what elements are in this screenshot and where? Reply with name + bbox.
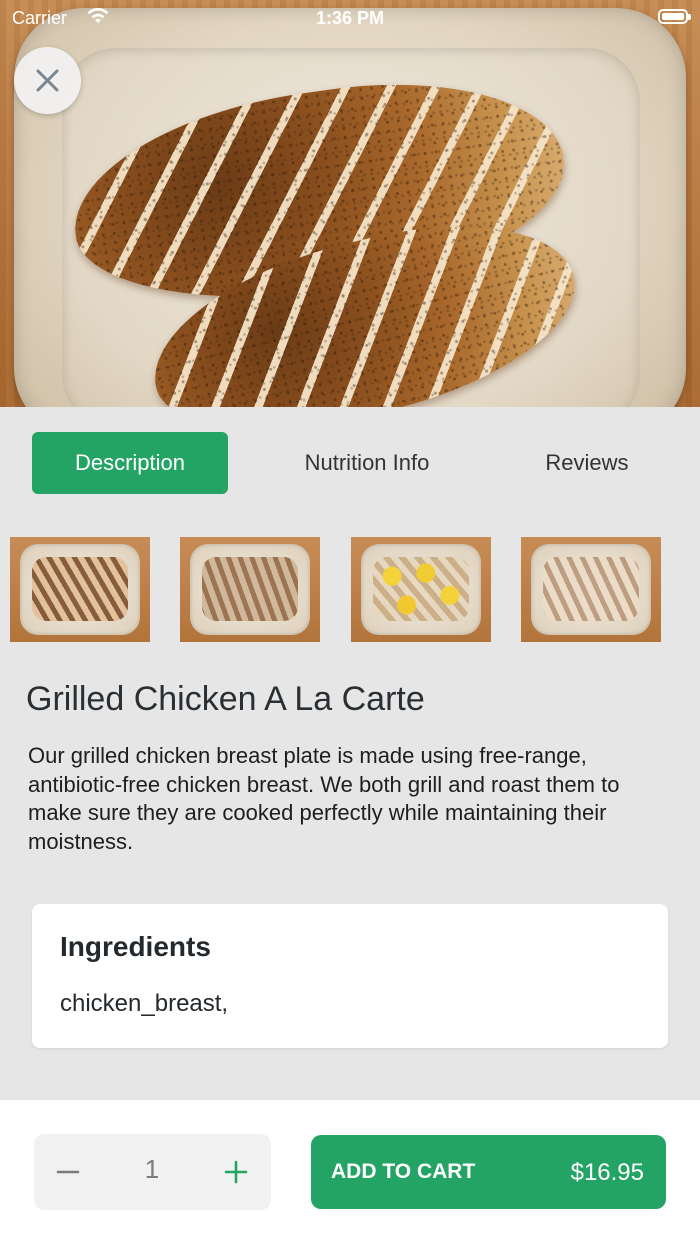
product-hero-image	[0, 0, 700, 407]
close-icon	[36, 69, 59, 92]
ingredients-title: Ingredients	[60, 931, 211, 962]
product-title: Grilled Chicken A La Carte	[26, 680, 425, 718]
product-thumbnail[interactable]	[180, 537, 320, 642]
quantity-stepper: 1	[34, 1134, 271, 1210]
cart-price: $16.95	[570, 1159, 644, 1186]
ingredients-card: Ingredients chicken_breast,	[32, 904, 668, 1048]
close-button[interactable]	[14, 47, 81, 114]
battery-icon	[658, 9, 691, 24]
thumbnail-gallery	[0, 537, 700, 642]
plus-icon	[224, 1160, 248, 1184]
decrease-quantity-button[interactable]	[44, 1148, 92, 1196]
tab-reviews[interactable]: Reviews	[507, 432, 667, 494]
product-thumbnail[interactable]	[521, 537, 661, 642]
add-to-cart-button[interactable]: ADD TO CART $16.95	[311, 1135, 666, 1209]
product-thumbnail[interactable]	[10, 537, 150, 642]
bottom-action-bar: 1 ADD TO CART $16.95	[0, 1100, 700, 1244]
product-thumbnail[interactable]	[351, 537, 491, 642]
ingredients-list: chicken_breast,	[60, 990, 229, 1017]
quantity-value: 1	[144, 1154, 160, 1184]
status-bar: Carrier 1:36 PM	[0, 0, 700, 36]
minus-icon	[56, 1170, 80, 1174]
add-to-cart-label: ADD TO CART	[331, 1160, 476, 1183]
product-description: Our grilled chicken breast plate is made…	[28, 743, 620, 854]
tab-bar: Description Nutrition Info Reviews	[0, 432, 700, 494]
tab-description[interactable]: Description	[32, 432, 228, 494]
tab-nutrition-info[interactable]: Nutrition Info	[267, 432, 467, 494]
increase-quantity-button[interactable]	[212, 1148, 260, 1196]
clock: 1:36 PM	[315, 8, 385, 28]
